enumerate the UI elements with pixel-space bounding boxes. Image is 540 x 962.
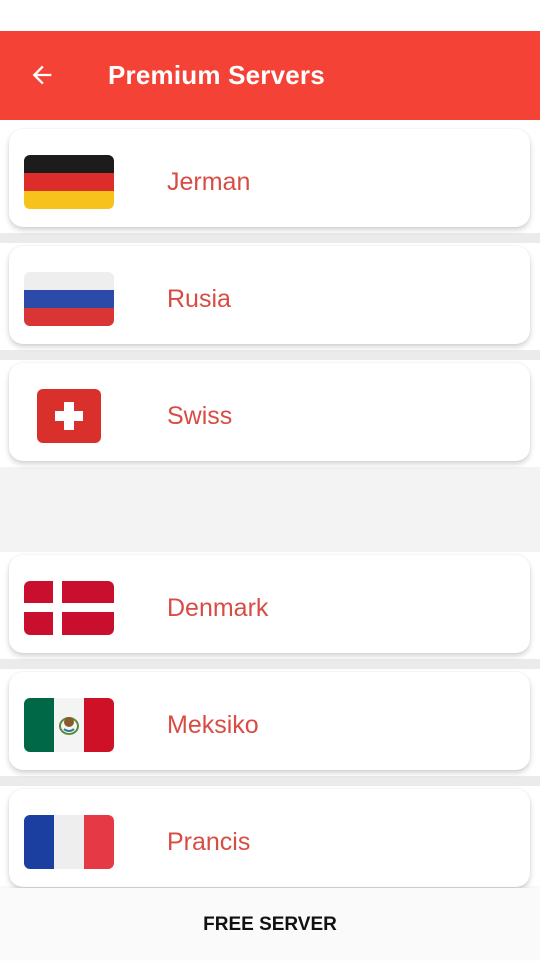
section-spacer bbox=[0, 467, 540, 552]
server-item-jerman[interactable]: Jerman bbox=[9, 129, 530, 227]
divider bbox=[0, 659, 540, 669]
divider bbox=[0, 350, 540, 360]
server-name: Jerman bbox=[167, 168, 251, 196]
server-name: Prancis bbox=[167, 828, 251, 856]
mexico-flag-icon bbox=[24, 698, 114, 752]
denmark-flag-icon bbox=[24, 581, 114, 635]
russia-flag-icon bbox=[24, 272, 114, 326]
page-title: Premium Servers bbox=[108, 60, 325, 90]
divider bbox=[0, 776, 540, 786]
server-item-meksiko[interactable]: Meksiko bbox=[9, 672, 530, 770]
free-server-tab[interactable]: FREE SERVER bbox=[0, 888, 540, 960]
back-button[interactable] bbox=[22, 55, 62, 95]
app-bar: Premium Servers bbox=[0, 31, 540, 120]
server-list[interactable]: Jerman Rusia Swiss Denmark Meksiko Pranc… bbox=[0, 120, 540, 888]
server-item-prancis[interactable]: Prancis bbox=[9, 789, 530, 887]
server-item-rusia[interactable]: Rusia bbox=[9, 246, 530, 344]
france-flag-icon bbox=[24, 815, 114, 869]
server-item-denmark[interactable]: Denmark bbox=[9, 555, 530, 653]
germany-flag-icon bbox=[24, 155, 114, 209]
arrow-left-icon bbox=[28, 61, 56, 89]
status-bar bbox=[0, 0, 540, 31]
switzerland-flag-icon bbox=[37, 389, 101, 443]
server-name: Denmark bbox=[167, 594, 269, 622]
server-name: Swiss bbox=[167, 402, 233, 430]
server-name: Rusia bbox=[167, 285, 231, 313]
server-item-swiss[interactable]: Swiss bbox=[9, 363, 530, 461]
bottom-navigation: FREE SERVER bbox=[0, 888, 540, 960]
server-name: Meksiko bbox=[167, 711, 259, 739]
divider bbox=[0, 233, 540, 243]
